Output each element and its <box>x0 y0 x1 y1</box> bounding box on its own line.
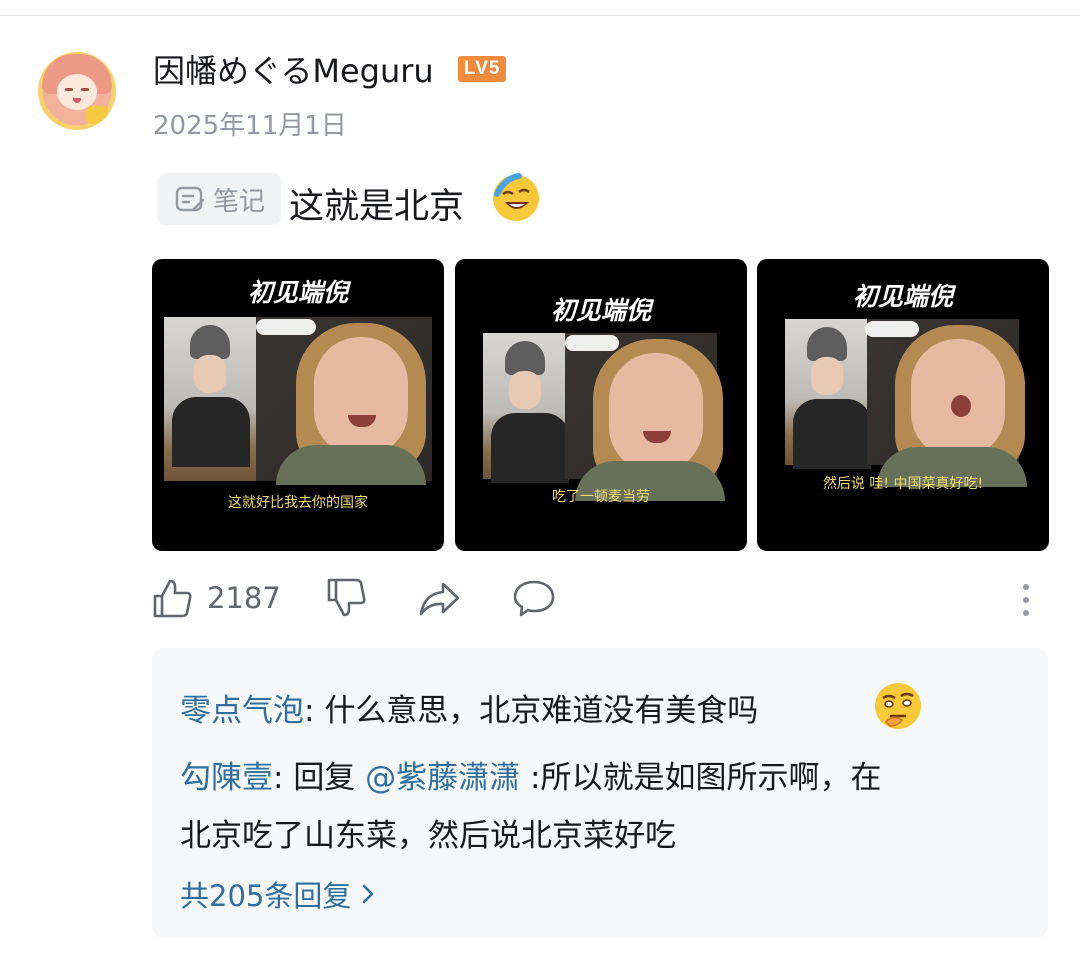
post-image-1[interactable]: 初见端倪 这就好比我去你的国家 <box>152 259 444 551</box>
comment-icon[interactable] <box>512 576 556 620</box>
image-title: 初见端倪 <box>852 282 953 311</box>
reply-username[interactable]: 勾陳壹 <box>180 760 273 796</box>
post-image-2[interactable]: 初见端倪 吃了一顿麦当劳 <box>455 259 747 551</box>
image-caption: 然后说 哇! 中国菜真好吃! <box>822 476 984 492</box>
video-frame <box>483 333 725 501</box>
image-title: 初见端倪 <box>550 296 651 325</box>
more-replies-link[interactable]: 共205条回复 <box>180 873 377 915</box>
thumbs-up-icon[interactable] <box>151 576 195 620</box>
reply-prefix: 回复 <box>293 760 366 796</box>
like-count: 2187 <box>207 581 281 615</box>
reply-separator: : <box>304 693 325 729</box>
chevron-right-icon <box>363 884 374 904</box>
video-frame <box>164 317 432 485</box>
reply-text: 什么意思，北京难道没有美食吗 <box>324 693 759 729</box>
note-icon <box>175 186 205 212</box>
reply-text: :所以就是如图所示啊，在 <box>520 760 882 796</box>
reply-text-continued: 北京吃了山东菜，然后说北京菜好吃 <box>180 818 676 854</box>
image-caption: 吃了一顿麦当劳 <box>552 489 650 505</box>
video-frame <box>785 319 1027 487</box>
thinking-emoji-icon <box>875 683 921 729</box>
avatar[interactable] <box>38 52 116 130</box>
post-image-3[interactable]: 初见端倪 然后说 哇! 中国菜真好吃! <box>757 259 1049 551</box>
username[interactable]: 因幡めぐるMeguru <box>153 46 434 92</box>
reply-item[interactable]: 勾陳壹: 回复 @紫藤潇潇 :所以就是如图所示啊，在 <box>180 752 881 797</box>
action-bar: 2187 <box>0 576 1080 626</box>
thumbs-down-icon[interactable] <box>325 576 369 620</box>
laugh-cry-emoji-icon <box>493 173 539 221</box>
reply-separator: : <box>273 760 294 796</box>
top-divider <box>0 15 1080 16</box>
level-badge: LV5 <box>458 56 507 82</box>
more-replies-label: 共205条回复 <box>180 879 352 913</box>
reply-item[interactable]: 零点气泡: 什么意思，北京难道没有美食吗 <box>180 685 758 730</box>
blur-mark <box>256 319 316 335</box>
image-caption: 这就好比我去你的国家 <box>228 495 368 511</box>
blur-mark <box>865 321 919 337</box>
post-text: 这就是北京 <box>289 187 465 227</box>
image-title: 初见端倪 <box>247 278 348 307</box>
blur-mark <box>565 335 619 351</box>
share-icon[interactable] <box>417 576 461 620</box>
note-tag[interactable]: 笔记 <box>157 173 281 225</box>
reply-username[interactable]: 零点气泡 <box>180 693 304 729</box>
note-tag-label: 笔记 <box>212 186 265 217</box>
mention-link[interactable]: @紫藤潇潇 <box>365 760 520 796</box>
post-date: 2025年11月1日 <box>153 111 347 141</box>
more-icon[interactable] <box>1016 578 1036 622</box>
